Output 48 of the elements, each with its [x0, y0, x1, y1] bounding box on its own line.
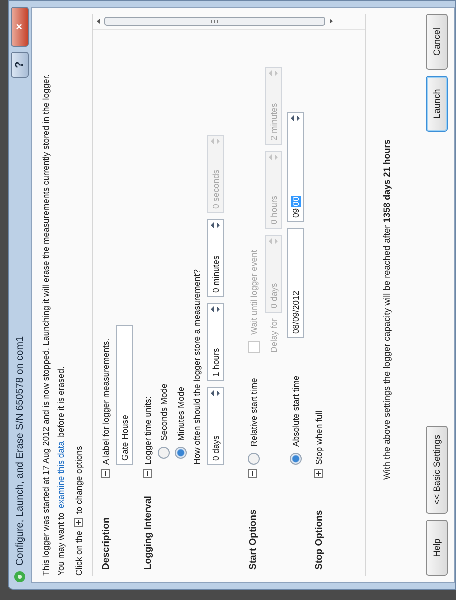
radio-button[interactable] — [175, 447, 187, 459]
spin-arrows-icon[interactable] — [289, 114, 302, 123]
radio-button[interactable] — [248, 453, 260, 465]
app-icon — [14, 571, 26, 583]
section-label: Logging Interval — [143, 495, 155, 570]
spin-field[interactable]: 0 days — [207, 387, 224, 465]
radio-label: Seconds Mode — [159, 384, 169, 441]
help-button[interactable]: ? — [11, 52, 29, 78]
spin-arrows-icon[interactable] — [209, 221, 222, 230]
section-label: Stop Options — [314, 509, 325, 570]
summary-text: Stop when full — [314, 411, 324, 465]
time-field[interactable]: 09 00 — [287, 112, 304, 222]
radio-button[interactable] — [290, 453, 302, 465]
question-text: How often should the logger store a measurement? — [192, 268, 202, 465]
section-label: Start Options — [248, 508, 260, 570]
radio-label: Minutes Mode — [176, 387, 186, 441]
section-label: Description — [101, 516, 113, 570]
expand-icon[interactable] — [74, 518, 83, 528]
examine-text: You may want to — [56, 512, 66, 576]
radio-button[interactable] — [158, 447, 170, 459]
delay-label: Delay for — [268, 318, 278, 353]
notice-text: This logger was started at 17 Aug 2012 and is now stopped. Launching it will erase the measurements currently stored in the logger. — [40, 74, 50, 576]
checkbox-label: Wait until logger event — [249, 250, 259, 335]
description-field[interactable]: Gate House — [116, 325, 133, 465]
scrollbar[interactable] — [93, 14, 365, 30]
prompt-text: A label for logger measurements. — [101, 338, 111, 465]
spin-field[interactable]: 0 minutes — [207, 219, 224, 297]
collapse-icon[interactable] — [101, 469, 110, 478]
radio-label: Relative start time — [249, 377, 259, 447]
capacity-text: With the above settings the logger capacity will be reached after 1358 days 21 hours — [382, 140, 392, 480]
hint-text: to change options — [74, 446, 84, 514]
window-title: Configure, Launch, and Erase S/N 650578 on com1 — [14, 335, 26, 566]
prompt-text: Logger time units: — [143, 396, 153, 465]
dialog-button[interactable]: Cancel — [426, 14, 448, 70]
dialog-button[interactable]: Launch — [426, 76, 448, 132]
collapse-icon[interactable] — [248, 469, 257, 478]
spin-arrows-icon[interactable] — [209, 305, 222, 314]
radio-label: Absolute start time — [290, 374, 300, 447]
hint-text: Click on the — [74, 531, 84, 576]
spin-arrows-icon[interactable] — [209, 389, 222, 398]
examine-text: before it is erased. — [56, 366, 66, 438]
expand-icon[interactable] — [314, 469, 323, 478]
examine-link[interactable]: examine this data — [56, 441, 66, 509]
dialog-button[interactable]: << Basic Settings — [426, 426, 448, 514]
date-field[interactable]: 08/09/2012 — [287, 228, 304, 338]
dialog-button[interactable]: Help — [426, 520, 448, 576]
spin-field[interactable]: 1 hours — [207, 303, 224, 381]
collapse-icon[interactable] — [143, 469, 152, 478]
